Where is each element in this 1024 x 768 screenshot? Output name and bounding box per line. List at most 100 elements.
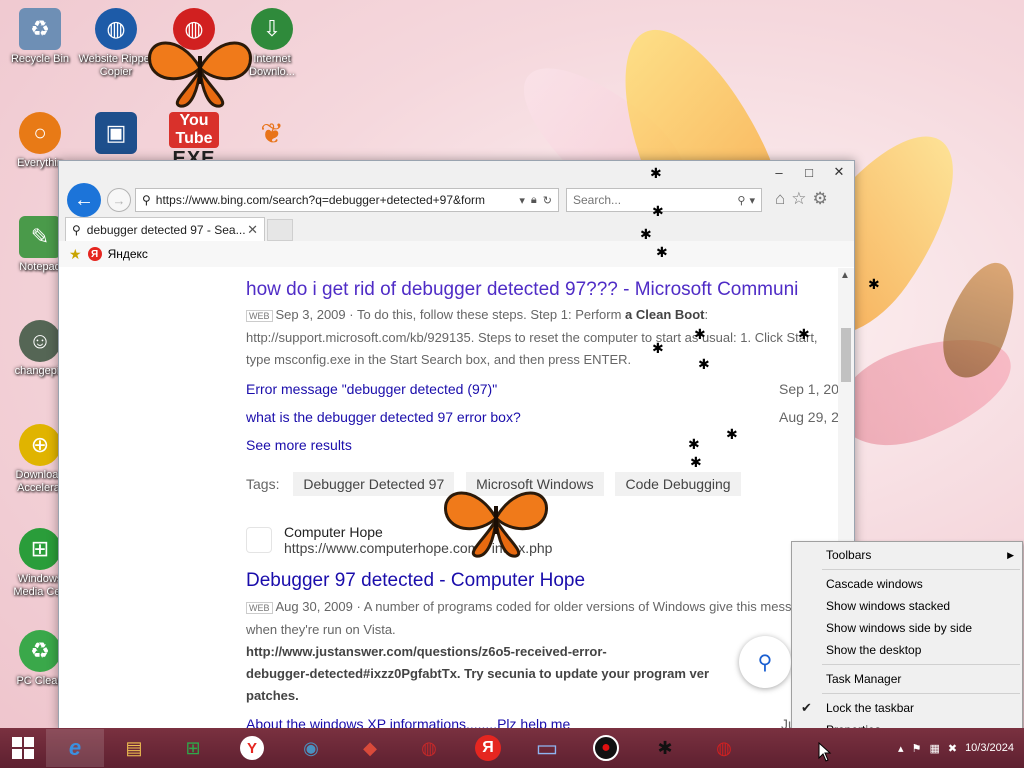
volume-muted-icon[interactable]: ✖ xyxy=(948,742,957,755)
favorites-bar: ★ Я Яндекс xyxy=(59,241,854,267)
folder-icon: ▤ xyxy=(125,737,143,758)
see-more-results-link[interactable]: See more results xyxy=(246,437,352,453)
new-tab-button[interactable] xyxy=(267,219,293,241)
ant-icon: ✱ xyxy=(694,326,706,342)
taskbar-windows-store[interactable]: ⊞ xyxy=(164,729,222,767)
taskbar-app-red-circle[interactable]: ◍ xyxy=(400,729,458,767)
result-1-sublink-2-date: Aug 29, 20 xyxy=(779,409,847,425)
menu-item-toolbars[interactable]: Toolbars ▶ xyxy=(792,544,1022,566)
ant-icon: ✱ xyxy=(726,426,738,442)
taskbar-ant-app[interactable]: ✱ xyxy=(636,729,694,767)
toolbar-icons: ⌂ ☆ ⚙ xyxy=(775,189,828,209)
youtube-logo: You Tube xyxy=(169,112,219,148)
recycle-bin-icon: ♻ xyxy=(19,8,61,50)
chevron-up-icon[interactable]: ▴ xyxy=(898,742,904,755)
result-1-sublink-1-date: Sep 1, 20 xyxy=(779,381,839,397)
close-button[interactable]: ✕ xyxy=(824,161,854,183)
internet-explorer-icon: e xyxy=(68,735,82,760)
window-icon: ▭ xyxy=(535,734,559,762)
taskbar-yandex-browser[interactable]: Y xyxy=(223,729,281,767)
ant-icon: ✱ xyxy=(798,326,810,342)
media-center-icon: ⊞ xyxy=(19,528,61,570)
tag-item[interactable]: Code Debugging xyxy=(615,472,741,496)
desktop-icon-virtualbox[interactable]: ▣ xyxy=(78,112,154,157)
menu-item-show-the-desktop[interactable]: Show the desktop xyxy=(792,639,1022,661)
submenu-arrow-icon: ▶ xyxy=(1007,549,1014,560)
forward-button[interactable]: → xyxy=(107,188,131,212)
network-icon[interactable]: ▦ xyxy=(929,742,939,755)
refresh-icon[interactable]: ↻ xyxy=(543,194,552,207)
taskbar-yandex[interactable]: Я xyxy=(459,729,517,767)
taskbar-recorder[interactable]: ● xyxy=(577,729,635,767)
close-tab-icon[interactable]: ✕ xyxy=(247,222,258,238)
result-1-sublink-1[interactable]: Error message "debugger detected (97)" xyxy=(246,381,497,397)
red-box-icon: ◆ xyxy=(363,737,377,758)
menu-item-show-windows-side-by-side[interactable]: Show windows side by side xyxy=(792,617,1022,639)
home-icon[interactable]: ⌂ xyxy=(775,189,785,209)
lock-icon[interactable]: 🔒︎ xyxy=(531,194,537,207)
menu-item-cascade-windows[interactable]: Cascade windows xyxy=(792,573,1022,595)
taskbar[interactable]: e ▤ ⊞ Y ◉ ◆ ◍ Я ▭ ● ✱ ◍ ▴ ⚑ ▦ ✖ 10/3/202… xyxy=(0,728,1024,768)
ant-icon: ✱ xyxy=(656,244,668,260)
favorites-star-icon[interactable]: ☆ xyxy=(791,189,806,209)
desktop-icon-recycle-bin[interactable]: ♻ Recycle Bin xyxy=(2,8,78,66)
desktop-icon-butterfly[interactable]: ❦ xyxy=(234,112,310,157)
clock-date[interactable]: 10/3/2024 xyxy=(965,742,1014,754)
download-accelerator-icon: ⊕ xyxy=(19,424,61,466)
taskbar-red-app[interactable]: ◍ xyxy=(695,729,753,767)
browser-toolbar: – □ ✕ ← → ⚲ https://www.bing.com/search?… xyxy=(59,161,854,267)
pc-clean-icon: ♻ xyxy=(19,630,61,672)
dropdown-icon[interactable]: ▾ xyxy=(749,194,755,207)
menu-separator xyxy=(822,664,1020,665)
ant-icon: ✱ xyxy=(688,436,700,452)
dropdown-icon[interactable]: ▾ xyxy=(519,194,525,207)
ant-icon: ✱ xyxy=(652,340,664,356)
add-favorite-icon[interactable]: ★ xyxy=(69,246,82,263)
back-button[interactable]: ← xyxy=(67,183,101,217)
search-icon[interactable]: ⚲ xyxy=(737,194,745,207)
taskbar-internet-explorer[interactable]: e xyxy=(46,729,104,767)
yandex-icon: Я xyxy=(87,247,102,261)
taskbar-file-explorer[interactable]: ▤ xyxy=(105,729,163,767)
maximize-button[interactable]: □ xyxy=(794,161,824,183)
globe-icon: ◍ xyxy=(95,8,137,50)
start-button[interactable] xyxy=(0,728,46,768)
result-1-title[interactable]: how do i get rid of debugger detected 97… xyxy=(246,279,798,301)
result-1-snippet: WEB Sep 3, 2009 · To do this, follow thes… xyxy=(246,307,818,367)
flag-icon[interactable]: ⚑ xyxy=(912,742,922,755)
butterfly-overlay-1 xyxy=(140,28,260,113)
menu-item-task-manager[interactable]: Task Manager xyxy=(792,668,1022,690)
taskbar-app-red-box[interactable]: ◆ xyxy=(341,729,399,767)
result-2-title[interactable]: Debugger 97 detected - Computer Hope xyxy=(246,570,585,592)
globe-icon: ◉ xyxy=(303,737,319,758)
taskbar-window-app[interactable]: ▭ xyxy=(518,729,576,767)
favorite-yandex[interactable]: Яндекс xyxy=(108,247,148,261)
web-badge: WEB xyxy=(246,310,273,322)
result-1-sublink-2[interactable]: what is the debugger detected 97 error b… xyxy=(246,409,521,425)
menu-item-show-windows-stacked[interactable]: Show windows stacked xyxy=(792,595,1022,617)
menu-separator xyxy=(822,693,1020,694)
search-box[interactable]: ⚲ ▾ xyxy=(566,188,762,212)
gear-icon[interactable]: ⚙ xyxy=(813,189,828,209)
address-bar[interactable]: ⚲ https://www.bing.com/search?q=debugger… xyxy=(135,188,559,212)
address-url[interactable]: https://www.bing.com/search?q=debugger+d… xyxy=(156,193,514,207)
scroll-thumb[interactable] xyxy=(841,328,851,382)
arrow-right-icon: → xyxy=(112,192,126,208)
menu-separator xyxy=(822,569,1020,570)
taskbar-app-globe[interactable]: ◉ xyxy=(282,729,340,767)
scroll-up-icon[interactable]: ▲ xyxy=(840,270,850,281)
minimize-button[interactable]: – xyxy=(764,161,794,183)
tag-item[interactable]: Debugger Detected 97 xyxy=(293,472,455,496)
yandex-browser-icon: Y xyxy=(240,736,264,760)
everything-search-icon: ○ xyxy=(19,112,61,154)
virtualbox-icon: ▣ xyxy=(95,112,137,154)
tab-search[interactable]: ⚲ debugger detected 97 - Sea... ✕ xyxy=(65,217,265,241)
search-icon: ⚲ xyxy=(142,193,151,207)
ant-icon: ✱ xyxy=(657,737,673,758)
checkmark-icon: ✔ xyxy=(801,700,812,715)
store-icon: ⊞ xyxy=(185,737,201,758)
browser-window[interactable]: – □ ✕ ← → ⚲ https://www.bing.com/search?… xyxy=(58,160,855,730)
menu-item-lock-the-taskbar[interactable]: ✔ Lock the taskbar xyxy=(792,697,1022,719)
floating-search-button[interactable]: ⚲ xyxy=(739,636,791,688)
ant-icon: ✱ xyxy=(868,276,880,292)
